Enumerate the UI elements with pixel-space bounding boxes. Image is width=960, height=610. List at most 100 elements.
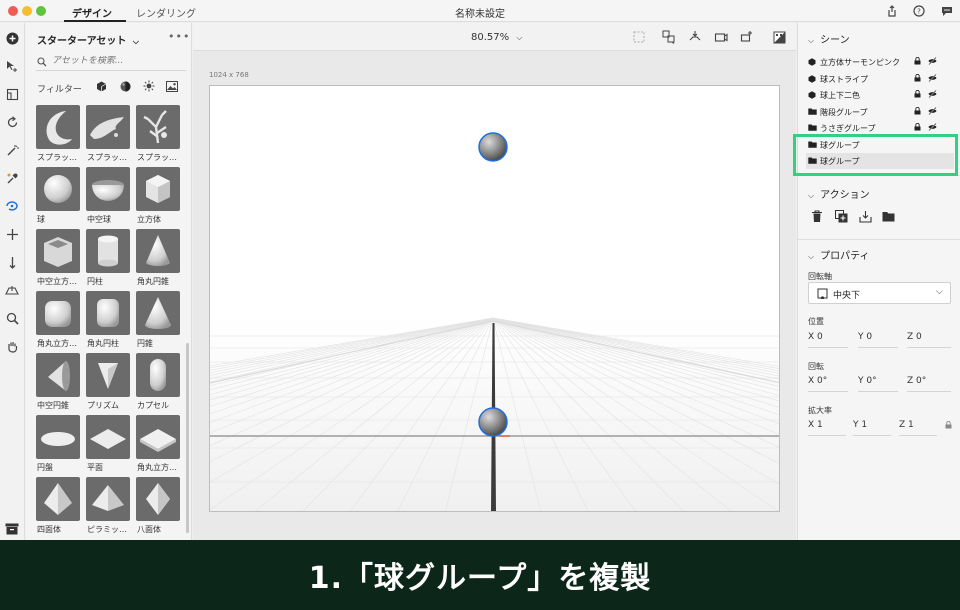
scene-layer-4[interactable]: 階段グループ: [806, 104, 954, 120]
asset-tile-splash-burst[interactable]: スプラッ…: [136, 105, 180, 166]
orbit-tool-icon[interactable]: [3, 113, 21, 131]
position-x-field[interactable]: X 0: [808, 332, 823, 342]
filter-images-icon[interactable]: [166, 80, 178, 92]
sphere-group-top[interactable]: [478, 132, 508, 162]
visibility-icon[interactable]: [928, 123, 937, 134]
filter-models-icon[interactable]: [95, 80, 107, 92]
feedback-icon[interactable]: [939, 3, 955, 19]
asset-tile-cone[interactable]: 円錐: [136, 291, 180, 352]
zoom-window-button[interactable]: [36, 6, 46, 16]
zoom-level[interactable]: 80.57% ⌵: [471, 32, 522, 43]
share-icon[interactable]: [884, 3, 900, 19]
asset-tile-pyramid[interactable]: ピラミッ…: [86, 477, 130, 538]
scale-y-field[interactable]: Y 1: [853, 420, 867, 430]
group-folder-icon[interactable]: [881, 209, 895, 223]
asset-label: 八面体: [137, 525, 161, 534]
asset-label: プリズム: [87, 401, 119, 410]
asset-tile-rounded-cube[interactable]: 角丸立方…: [36, 291, 80, 352]
add-content-icon[interactable]: [3, 29, 21, 47]
visibility-icon[interactable]: [928, 90, 937, 101]
magic-wand-icon[interactable]: [3, 141, 21, 159]
scale-z-field[interactable]: Z 1: [899, 420, 914, 430]
scale-x-field[interactable]: X 1: [808, 420, 823, 430]
asset-tile-rounded-cone[interactable]: 角丸円錐: [136, 229, 180, 290]
assets-scrollbar[interactable]: [186, 343, 189, 533]
asset-tile-capsule[interactable]: カプセル: [136, 353, 180, 414]
asset-tile-plane[interactable]: 平面: [86, 415, 130, 476]
asset-tile-splash-crescent[interactable]: スプラッ…: [36, 105, 80, 166]
scene-layer-3[interactable]: 球上下二色: [806, 87, 954, 103]
hand-tool-icon[interactable]: [3, 337, 21, 355]
asset-label: スプラッ…: [37, 153, 77, 162]
asset-tile-octahedron[interactable]: 八面体: [136, 477, 180, 538]
minimize-window-button[interactable]: [22, 6, 32, 16]
asset-tile-disc[interactable]: 円盤: [36, 415, 80, 476]
3d-canvas[interactable]: [209, 85, 780, 512]
asset-tile-rounded-cylinder[interactable]: 角丸円柱: [86, 291, 130, 352]
frame-tool-icon[interactable]: [3, 85, 21, 103]
asset-tile-cylinder[interactable]: 円柱: [86, 229, 130, 290]
asset-tile-rounded-slab[interactable]: 角丸立方…: [136, 415, 180, 476]
more-options-icon[interactable]: •••: [168, 30, 190, 43]
asset-search-input[interactable]: [52, 56, 182, 66]
highlight-duplicate-groups: [793, 134, 958, 176]
align-objects-icon[interactable]: [661, 29, 677, 45]
lock-icon[interactable]: [914, 56, 921, 68]
asset-tile-prism[interactable]: プリズム: [86, 353, 130, 414]
assets-panel-title[interactable]: スターターアセット ⌵: [37, 32, 139, 47]
asset-tile-tetrahedron[interactable]: 四面体: [36, 477, 80, 538]
rotate-tool-icon[interactable]: [3, 197, 21, 215]
rotation-x-field[interactable]: X 0°: [808, 376, 827, 386]
position-y-field[interactable]: Y 0: [858, 332, 872, 342]
filter-materials-icon[interactable]: [119, 80, 131, 92]
archive-icon[interactable]: [5, 523, 19, 535]
visibility-icon[interactable]: [928, 73, 937, 85]
lock-icon[interactable]: [914, 73, 921, 85]
close-window-button[interactable]: [8, 6, 18, 16]
ground-plane-icon[interactable]: [3, 281, 21, 299]
caption-text: 1.「球グループ」を複製: [308, 561, 652, 596]
duplicate-icon[interactable]: [834, 209, 848, 223]
add-camera-icon[interactable]: [739, 29, 755, 45]
rotation-z-field[interactable]: Z 0°: [907, 376, 926, 386]
camera-bookmark-icon[interactable]: [713, 29, 729, 45]
asset-thumbnail: [136, 415, 180, 459]
select-tool-icon[interactable]: [3, 57, 21, 75]
lock-icon[interactable]: [914, 89, 921, 101]
asset-tile-splash-wave[interactable]: スプラッ…: [86, 105, 130, 166]
sphere-group-bottom[interactable]: [478, 407, 508, 437]
eyedropper-icon[interactable]: [3, 169, 21, 187]
delete-icon[interactable]: [810, 209, 824, 223]
position-z-field[interactable]: Z 0: [907, 332, 922, 342]
help-icon[interactable]: ?: [911, 3, 927, 19]
asset-tile-hollow-cone[interactable]: 中空円錐: [36, 353, 80, 414]
actions-section-header[interactable]: ⌵ アクション: [808, 186, 870, 201]
properties-section-header[interactable]: ⌵ プロパティ: [808, 247, 869, 262]
render-preview-icon[interactable]: [771, 29, 787, 45]
rotation-y-field[interactable]: Y 0°: [858, 376, 877, 386]
fit-canvas-icon[interactable]: [631, 29, 647, 45]
drop-to-ground-icon[interactable]: [687, 29, 703, 45]
asset-tile-cube[interactable]: 立方体: [136, 167, 180, 228]
asset-label: 角丸円柱: [87, 339, 119, 348]
scale-lock-icon[interactable]: [945, 420, 952, 432]
scene-layer-2[interactable]: 球ストライプ: [806, 71, 954, 87]
tab-design[interactable]: デザイン: [72, 5, 112, 20]
visibility-icon[interactable]: [928, 57, 937, 68]
asset-tile-hollow-cube[interactable]: 中空立方…: [36, 229, 80, 290]
tab-render[interactable]: レンダリング: [136, 5, 196, 20]
export-icon[interactable]: [858, 209, 872, 223]
visibility-icon[interactable]: [928, 106, 937, 118]
lock-icon[interactable]: [914, 122, 921, 134]
filter-lights-icon[interactable]: [143, 80, 155, 92]
zoom-tool-icon[interactable]: [3, 309, 21, 327]
lock-icon[interactable]: [914, 106, 921, 118]
pivot-select[interactable]: 中央下 ⌵: [808, 282, 951, 304]
vertical-move-icon[interactable]: [3, 253, 21, 271]
scene-section-header[interactable]: ⌵ シーン: [808, 31, 850, 46]
asset-tile-sphere[interactable]: 球: [36, 167, 80, 228]
move-tool-icon[interactable]: [3, 225, 21, 243]
scene-layer-1[interactable]: 立方体サーモンピンク: [806, 54, 954, 70]
asset-tile-hollow-sphere[interactable]: 中空球: [86, 167, 130, 228]
asset-thumbnail: [36, 291, 80, 335]
